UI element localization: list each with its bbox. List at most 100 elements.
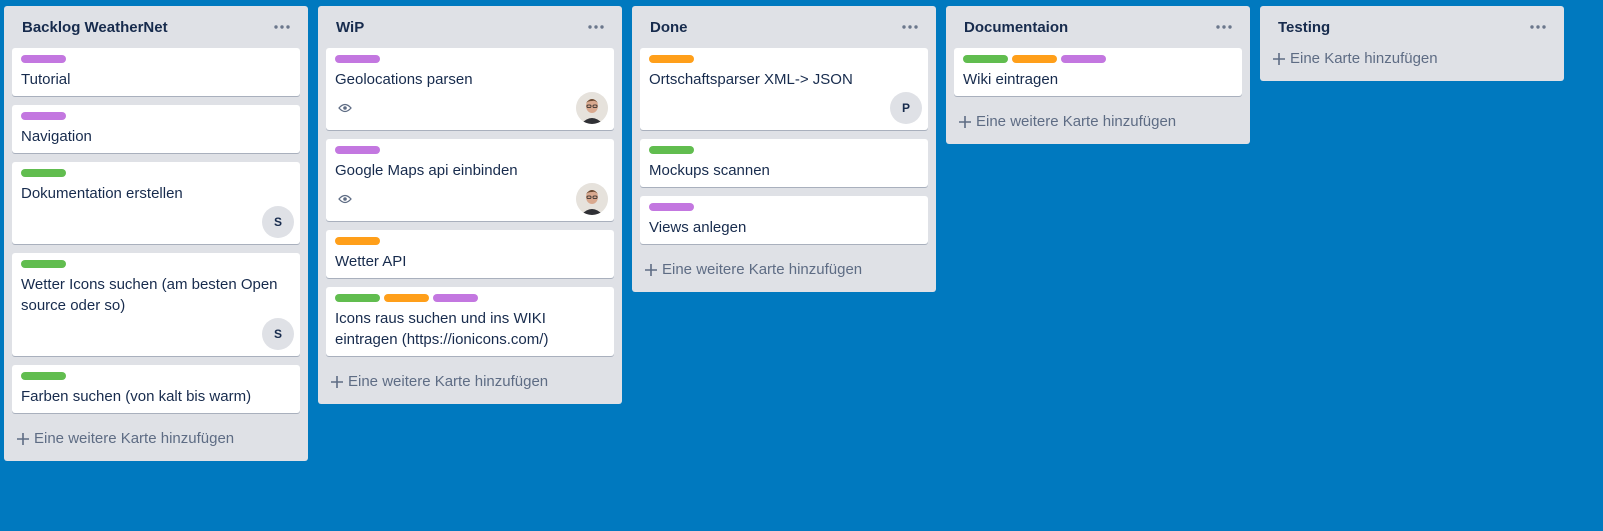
board: Backlog WeatherNet Tutorial Navigation D… — [4, 6, 1574, 461]
card-labels — [335, 55, 606, 63]
card-title: Farben suchen (von kalt bis warm) — [21, 388, 252, 405]
label-purple[interactable] — [433, 294, 478, 302]
card[interactable]: Geolocations parsen — [326, 48, 614, 130]
list-title[interactable]: Testing — [1278, 19, 1330, 36]
card-title: Icons raus suchen und ins WIKI eintragen… — [335, 310, 549, 348]
card-badges: S — [21, 206, 294, 238]
add-card-label: Eine weitere Karte hinzufügen — [662, 261, 863, 278]
label-purple[interactable] — [1061, 55, 1106, 63]
add-card-label: Eine weitere Karte hinzufügen — [34, 430, 235, 447]
card-title: Tutorial — [21, 71, 71, 88]
list-header: Done — [640, 6, 928, 48]
card-labels — [21, 372, 292, 380]
card-badges — [335, 92, 608, 124]
label-green[interactable] — [21, 372, 66, 380]
card-labels — [649, 146, 920, 154]
label-orange[interactable] — [649, 55, 694, 63]
card[interactable]: Farben suchen (von kalt bis warm) — [12, 365, 300, 413]
card[interactable]: Wetter Icons suchen (am besten Open sour… — [12, 253, 300, 356]
member-avatar[interactable]: S — [262, 318, 294, 350]
list-title[interactable]: Done — [650, 19, 688, 36]
card-title: Navigation — [21, 128, 92, 145]
label-orange[interactable] — [1012, 55, 1057, 63]
label-purple[interactable] — [21, 55, 66, 63]
card[interactable]: Ortschaftsparser XML-> JSON P — [640, 48, 928, 130]
member-avatar[interactable] — [576, 183, 608, 215]
card-labels — [335, 294, 606, 302]
list-testing: Testing Eine Karte hinzufügen — [1260, 6, 1564, 81]
add-card-button[interactable]: Eine Karte hinzufügen — [1268, 48, 1556, 73]
more-icon[interactable] — [584, 17, 608, 37]
more-icon[interactable] — [898, 17, 922, 37]
card-badges — [335, 183, 608, 215]
card[interactable]: Google Maps api einbinden — [326, 139, 614, 221]
add-card-label: Eine weitere Karte hinzufügen — [348, 373, 549, 390]
member-avatar[interactable] — [576, 92, 608, 124]
add-card-label: Eine Karte hinzufügen — [1290, 50, 1438, 67]
card-labels — [21, 112, 292, 120]
plus-icon — [959, 115, 971, 128]
card-title: Views anlegen — [649, 219, 747, 236]
card-title: Wetter API — [335, 253, 407, 270]
list-header: Testing — [1268, 6, 1556, 48]
card-labels — [649, 203, 920, 211]
plus-icon — [331, 375, 343, 388]
label-purple[interactable] — [649, 203, 694, 211]
plus-icon — [1273, 52, 1285, 65]
label-green[interactable] — [335, 294, 380, 302]
card-labels — [335, 237, 606, 245]
card[interactable]: Wiki eintragen — [954, 48, 1242, 96]
add-card-label: Eine weitere Karte hinzufügen — [976, 113, 1177, 130]
label-orange[interactable] — [335, 237, 380, 245]
card-labels — [21, 55, 292, 63]
card[interactable]: Navigation — [12, 105, 300, 153]
more-icon[interactable] — [1526, 17, 1550, 37]
label-green[interactable] — [21, 260, 66, 268]
card-badges: S — [21, 318, 294, 350]
card-labels — [963, 55, 1234, 63]
card-title: Google Maps api einbinden — [335, 162, 518, 179]
card-labels — [649, 55, 920, 63]
list-title[interactable]: Backlog WeatherNet — [22, 19, 168, 36]
card[interactable]: Tutorial — [12, 48, 300, 96]
card-labels — [21, 260, 292, 268]
card-title: Ortschaftsparser XML-> JSON — [649, 71, 853, 88]
label-green[interactable] — [963, 55, 1008, 63]
card-labels — [21, 169, 292, 177]
label-purple[interactable] — [21, 112, 66, 120]
label-purple[interactable] — [335, 55, 380, 63]
list-backlog: Backlog WeatherNet Tutorial Navigation D… — [4, 6, 308, 461]
member-avatar[interactable]: S — [262, 206, 294, 238]
list-header: Backlog WeatherNet — [12, 6, 300, 48]
list-documentaion: Documentaion Wiki eintragen Eine weitere… — [946, 6, 1250, 144]
more-icon[interactable] — [1212, 17, 1236, 37]
eye-icon — [335, 191, 355, 207]
list-header: WiP — [326, 6, 614, 48]
card[interactable]: Mockups scannen — [640, 139, 928, 187]
list-header: Documentaion — [954, 6, 1242, 48]
list-title[interactable]: WiP — [336, 19, 364, 36]
label-orange[interactable] — [384, 294, 429, 302]
card-title: Mockups scannen — [649, 162, 770, 179]
list-done: Done Ortschaftsparser XML-> JSON P Mocku… — [632, 6, 936, 292]
card-title: Wiki eintragen — [963, 71, 1059, 88]
card[interactable]: Views anlegen — [640, 196, 928, 244]
card-labels — [335, 146, 606, 154]
more-icon[interactable] — [270, 17, 294, 37]
card[interactable]: Icons raus suchen und ins WIKI eintragen… — [326, 287, 614, 356]
list-title[interactable]: Documentaion — [964, 19, 1068, 36]
card-title: Dokumentation erstellen — [21, 185, 183, 202]
list-wip: WiP Geolocations parsen Google Maps api … — [318, 6, 622, 404]
add-card-button[interactable]: Eine weitere Karte hinzufügen — [12, 422, 300, 453]
member-avatar[interactable]: P — [890, 92, 922, 124]
add-card-button[interactable]: Eine weitere Karte hinzufügen — [326, 365, 614, 396]
add-card-button[interactable]: Eine weitere Karte hinzufügen — [640, 253, 928, 284]
plus-icon — [645, 263, 657, 276]
label-green[interactable] — [21, 169, 66, 177]
card[interactable]: Wetter API — [326, 230, 614, 278]
add-card-button[interactable]: Eine weitere Karte hinzufügen — [954, 105, 1242, 136]
card-badges: P — [649, 92, 922, 124]
label-green[interactable] — [649, 146, 694, 154]
label-purple[interactable] — [335, 146, 380, 154]
card[interactable]: Dokumentation erstellen S — [12, 162, 300, 244]
